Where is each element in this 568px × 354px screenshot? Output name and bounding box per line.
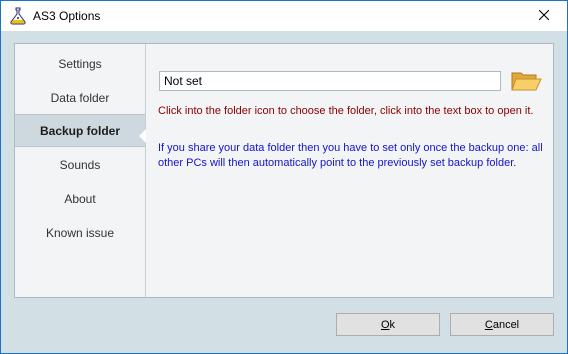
sidebar-item-about[interactable]: About <box>15 183 145 215</box>
sidebar-item-label: Sounds <box>59 158 101 172</box>
ok-button-label: Ok <box>380 318 396 331</box>
flask-app-icon <box>9 7 27 25</box>
shared-folder-hint: If you share your data folder then you h… <box>158 142 543 169</box>
open-folder-icon <box>510 72 542 97</box>
options-window: AS3 Options Settings Data folder Backup … <box>0 0 568 354</box>
sidebar-item-label: Data folder <box>50 91 110 105</box>
sidebar-item-known-issue[interactable]: Known issue <box>15 217 145 249</box>
sidebar-item-sounds[interactable]: Sounds <box>15 149 145 181</box>
sidebar: Settings Data folder Backup folder Sound… <box>15 44 145 297</box>
window-title: AS3 Options <box>33 9 101 23</box>
cancel-button-label: Cancel <box>484 318 520 331</box>
sidebar-item-label: About <box>64 192 96 206</box>
ok-button[interactable]: Ok <box>336 313 440 336</box>
title-bar: AS3 Options <box>1 1 567 31</box>
backup-folder-path-input[interactable] <box>159 71 501 91</box>
sidebar-item-settings[interactable]: Settings <box>15 48 145 80</box>
open-folder-hint: Click into the folder icon to choose the… <box>158 105 534 117</box>
sidebar-item-label: Backup folder <box>39 123 120 138</box>
options-panel: Settings Data folder Backup folder Sound… <box>14 43 554 298</box>
backup-folder-content: Click into the folder icon to choose the… <box>146 44 553 297</box>
sidebar-item-backup-folder[interactable]: Backup folder <box>15 114 145 147</box>
close-icon <box>538 7 550 25</box>
selected-item-pointer <box>139 129 146 143</box>
sidebar-item-label: Known issue <box>45 226 115 240</box>
choose-folder-button[interactable] <box>510 69 542 93</box>
sidebar-item-label: Settings <box>58 57 102 71</box>
cancel-button[interactable]: Cancel <box>450 313 554 336</box>
sidebar-item-data-folder[interactable]: Data folder <box>15 82 145 114</box>
close-button[interactable] <box>521 1 567 31</box>
